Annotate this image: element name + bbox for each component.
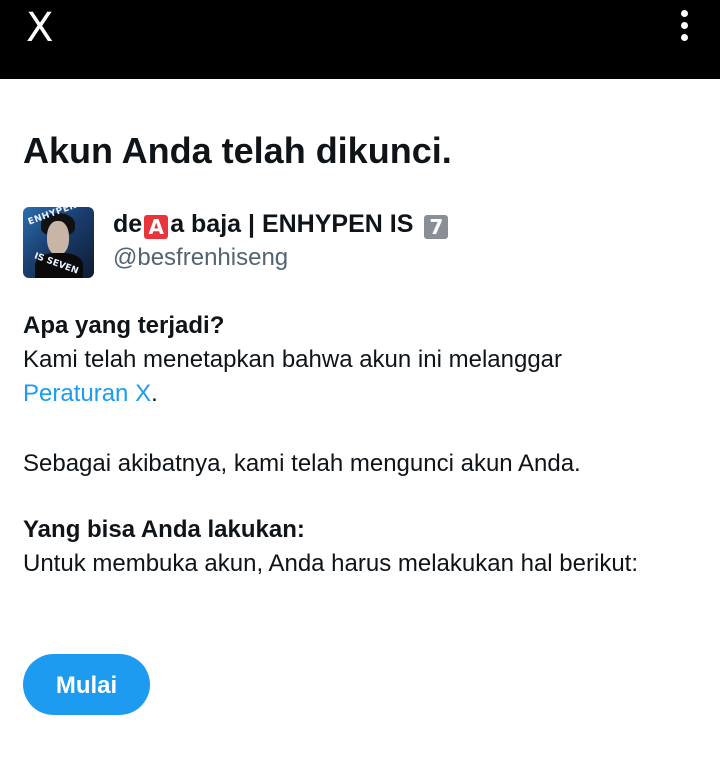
rules-link[interactable]: Peraturan X [23,380,151,407]
display-name-part1: de [113,210,143,238]
avatar[interactable]: ENHYPEN IS SEVEN [23,207,94,278]
display-name-part2: a baja | ENHYPEN IS [170,210,421,238]
consequence-text: Sebagai akibatnya, kami telah mengunci a… [23,450,581,477]
what-happened-text: Kami telah menetapkan bahwa akun ini mel… [23,346,563,373]
what-happened-section: Apa yang terjadi? Kami telah menetapkan … [23,309,562,411]
page-title: Akun Anda telah dikunci. [23,130,452,171]
close-icon[interactable]: X [26,8,53,48]
profile-card: ENHYPEN IS SEVEN de Aa baja | ENHYPEN IS … [23,207,703,279]
what-happened-heading: Apa yang terjadi? [23,312,225,339]
user-handle: @besfrenhiseng [113,244,289,271]
letter-a-emoji-icon: A [144,215,169,239]
what-you-can-do-text: Untuk membuka akun, Anda harus melakukan… [23,550,639,577]
start-button[interactable]: Mulai [23,654,150,715]
display-name: de Aa baja | ENHYPEN IS 7 [113,209,449,239]
rules-line: Peraturan X. [23,377,562,411]
what-you-can-do-section: Yang bisa Anda lakukan: Untuk membuka ak… [23,513,638,581]
what-you-can-do-heading: Yang bisa Anda lakukan: [23,516,305,543]
rules-link-suffix: . [151,380,158,407]
keycap-seven-emoji-icon: 7 [424,215,449,239]
more-vertical-icon[interactable] [678,10,690,46]
top-bar: X [0,0,720,79]
